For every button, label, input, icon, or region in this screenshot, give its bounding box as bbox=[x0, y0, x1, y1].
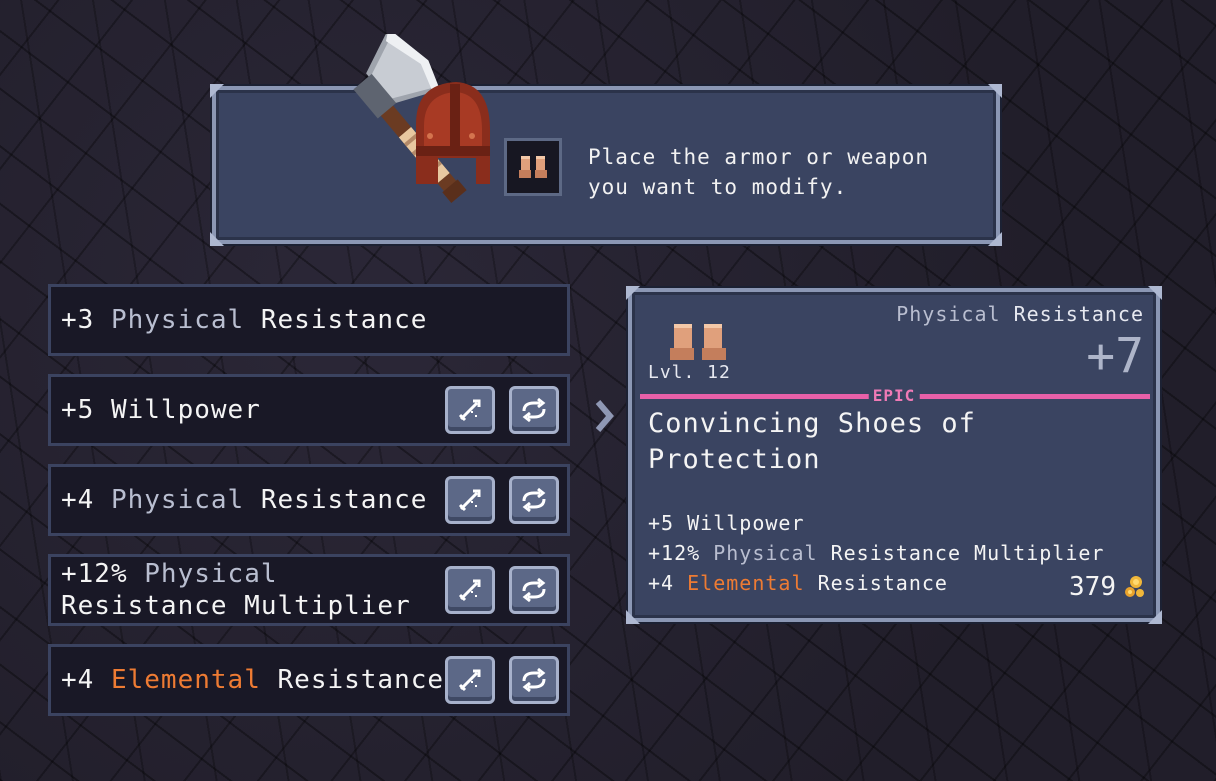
gold-cost: 379 bbox=[1069, 572, 1116, 602]
item-stat-list: +5 Willpower +12% Physical Resistance Mu… bbox=[648, 508, 1104, 598]
item-level: Lvl. 12 bbox=[648, 362, 731, 383]
lock-stat-button[interactable] bbox=[445, 476, 495, 524]
equipment-slot[interactable] bbox=[504, 138, 562, 196]
panel-corner bbox=[626, 286, 640, 300]
sword-lock-icon bbox=[458, 399, 481, 422]
stat-name: Willpower bbox=[110, 395, 261, 425]
stat-type-label: Physical bbox=[896, 302, 1001, 326]
primary-stat-value: +7 bbox=[1086, 328, 1144, 384]
lock-stat-button[interactable] bbox=[445, 566, 495, 614]
stat-value: +5 bbox=[61, 395, 95, 425]
lock-stat-button[interactable] bbox=[445, 386, 495, 434]
stat-row-text: +12% Physical Resistance Multiplier bbox=[61, 559, 411, 621]
sword-lock-icon bbox=[458, 669, 481, 692]
reroll-stat-button[interactable] bbox=[509, 476, 559, 524]
panel-corner bbox=[626, 610, 640, 624]
item-name: Convincing Shoes of Protection bbox=[648, 408, 976, 475]
instruction-text: Place the armor or weapon you want to mo… bbox=[588, 145, 930, 199]
stat-name: Resistance bbox=[260, 485, 428, 515]
result-item-card: Physical Resistance +7 Lvl. 12 EPIC Conv… bbox=[626, 286, 1162, 624]
primary-stat-label: Physical Resistance bbox=[896, 302, 1144, 326]
shoes-icon bbox=[670, 324, 726, 360]
stat-value: +4 bbox=[61, 485, 95, 515]
gold-coins-icon bbox=[1125, 576, 1144, 597]
rarity-badge: EPIC bbox=[868, 386, 920, 405]
reroll-stat-button[interactable] bbox=[509, 386, 559, 434]
stat-value: +4 bbox=[61, 665, 95, 695]
panel-corner bbox=[210, 84, 224, 98]
axe-helmet-icon bbox=[353, 34, 490, 203]
stat-name-label: Resistance bbox=[1013, 302, 1144, 326]
stat-row-text: +3 Physical Resistance bbox=[61, 305, 428, 335]
reroll-arrows-icon bbox=[522, 487, 546, 513]
item-stat-line: +4 Elemental Resistance bbox=[648, 571, 948, 595]
shoes-icon bbox=[519, 156, 547, 178]
panel-corner bbox=[1148, 286, 1162, 300]
lock-stat-button[interactable] bbox=[445, 656, 495, 704]
panel-corner bbox=[988, 84, 1002, 98]
item-stat-line: +12% Physical Resistance Multiplier bbox=[648, 541, 1105, 565]
stat-name: Resistance bbox=[260, 305, 428, 335]
item-stat-line: +5 Willpower bbox=[648, 511, 805, 535]
sword-lock-icon bbox=[458, 579, 481, 602]
stat-row-text: +4 Physical Resistance bbox=[61, 485, 428, 515]
stat-name: Resistance bbox=[277, 665, 445, 695]
reroll-stat-button[interactable] bbox=[509, 656, 559, 704]
stat-row-text: +4 Elemental Resistance bbox=[61, 665, 445, 695]
panel-corner bbox=[210, 232, 224, 246]
reroll-arrows-icon bbox=[522, 397, 546, 423]
chevron-right-icon bbox=[595, 400, 614, 432]
reroll-arrows-icon bbox=[522, 667, 546, 693]
stat-row[interactable]: +5 Willpower bbox=[48, 374, 570, 446]
panel-corner bbox=[1148, 610, 1162, 624]
stat-row[interactable]: +4 Physical Resistance bbox=[48, 464, 570, 536]
instruction-panel: Place the armor or weapon you want to mo… bbox=[210, 34, 1002, 246]
panel-corner bbox=[988, 232, 1002, 246]
reroll-stat-button[interactable] bbox=[509, 566, 559, 614]
stat-row[interactable]: +12% Physical Resistance Multiplier bbox=[48, 554, 570, 626]
stat-value: +12% bbox=[61, 559, 128, 589]
stat-name: Resistance Multiplier bbox=[61, 591, 411, 621]
stat-row-text: +5 Willpower bbox=[51, 394, 445, 426]
stat-value: +3 bbox=[61, 305, 95, 335]
reroll-arrows-icon bbox=[522, 577, 546, 603]
sword-lock-icon bbox=[458, 489, 481, 512]
stat-row[interactable]: +4 Elemental Resistance bbox=[48, 644, 570, 716]
stat-row[interactable]: +3 Physical Resistance bbox=[48, 284, 570, 356]
